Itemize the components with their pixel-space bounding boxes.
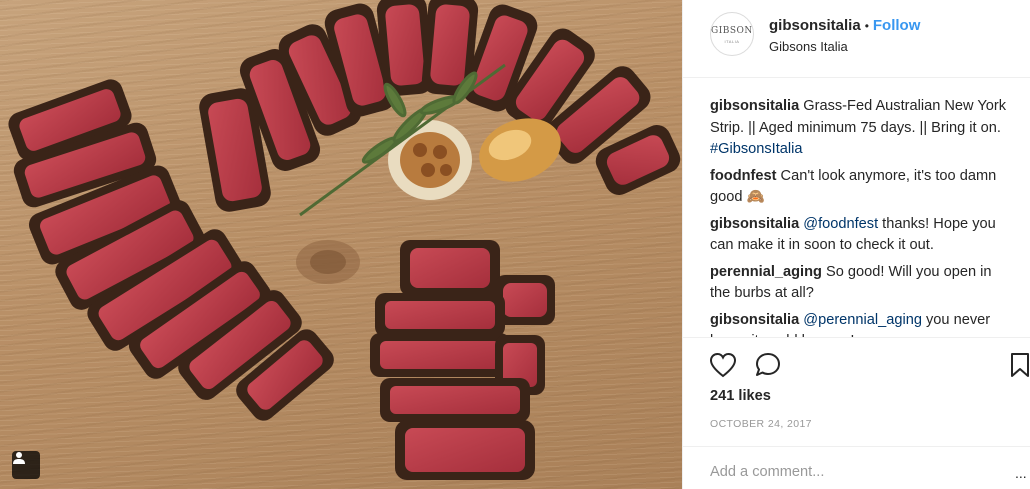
steak-illustration bbox=[8, 0, 681, 480]
comment-item: foodnfest Can't look anymore, it's too d… bbox=[710, 166, 1010, 209]
comment-username[interactable]: gibsonsitalia bbox=[710, 312, 799, 328]
comment-username[interactable]: perennial_aging bbox=[710, 264, 822, 280]
follow-button[interactable]: Follow bbox=[873, 17, 921, 34]
post-photo[interactable] bbox=[0, 0, 682, 489]
user-tag-icon bbox=[13, 452, 25, 464]
post-date[interactable]: OCTOBER 24, 2017 bbox=[710, 418, 812, 430]
avatar-logo-text: GIBSONS bbox=[711, 26, 753, 36]
heart-icon bbox=[709, 352, 737, 378]
comment-icon bbox=[756, 353, 780, 376]
comments-list[interactable]: gibsonsitalia Grass-Fed Australian New Y… bbox=[710, 96, 1010, 338]
mention-link[interactable]: @foodnfest bbox=[803, 216, 878, 232]
avatar[interactable]: GIBSONS ITALIA bbox=[710, 12, 754, 56]
user-tag-button[interactable] bbox=[12, 451, 40, 479]
comment-username[interactable]: foodnfest bbox=[710, 168, 776, 184]
add-comment-input[interactable] bbox=[710, 461, 1000, 483]
post-sidebar: GIBSONS ITALIA gibsonsitalia•Follow Gibs… bbox=[682, 0, 1030, 489]
mention-link[interactable]: @perennial_aging bbox=[803, 312, 922, 328]
comment-item: gibsonsitalia Grass-Fed Australian New Y… bbox=[710, 96, 1010, 161]
comment-username[interactable]: gibsonsitalia bbox=[710, 216, 799, 232]
comment-item: perennial_aging So good! Will you open i… bbox=[710, 262, 1010, 305]
post-actions: 241 likes OCTOBER 24, 2017 ... bbox=[683, 337, 1030, 489]
emoji: 🙈 bbox=[746, 189, 765, 205]
header-dot: • bbox=[864, 19, 869, 33]
like-count[interactable]: 241 likes bbox=[710, 388, 771, 404]
like-button[interactable] bbox=[708, 350, 738, 380]
location-link[interactable]: Gibsons Italia bbox=[769, 39, 848, 54]
comment-item: gibsonsitalia @perennial_aging you never… bbox=[710, 310, 1010, 339]
comment-item: gibsonsitalia @foodnfest thanks! Hope yo… bbox=[710, 214, 1010, 257]
comment-username[interactable]: gibsonsitalia bbox=[710, 98, 799, 114]
save-button[interactable] bbox=[1005, 350, 1030, 380]
header-user-line: gibsonsitalia • Follow bbox=[769, 17, 920, 34]
bookmark-icon bbox=[1011, 353, 1029, 377]
header-username[interactable]: gibsonsitalia bbox=[769, 17, 861, 34]
post-header: GIBSONS ITALIA gibsonsitalia• Follow Gibs… bbox=[683, 0, 1030, 78]
bottom-steak-slices bbox=[370, 240, 555, 480]
hashtag-link[interactable]: #GibsonsItalia bbox=[710, 141, 802, 157]
comment-button[interactable] bbox=[753, 350, 783, 380]
add-comment-row: ... bbox=[683, 446, 1030, 489]
more-options-button[interactable]: ... bbox=[1015, 465, 1027, 481]
avatar-logo-subtext: ITALIA bbox=[724, 39, 740, 44]
